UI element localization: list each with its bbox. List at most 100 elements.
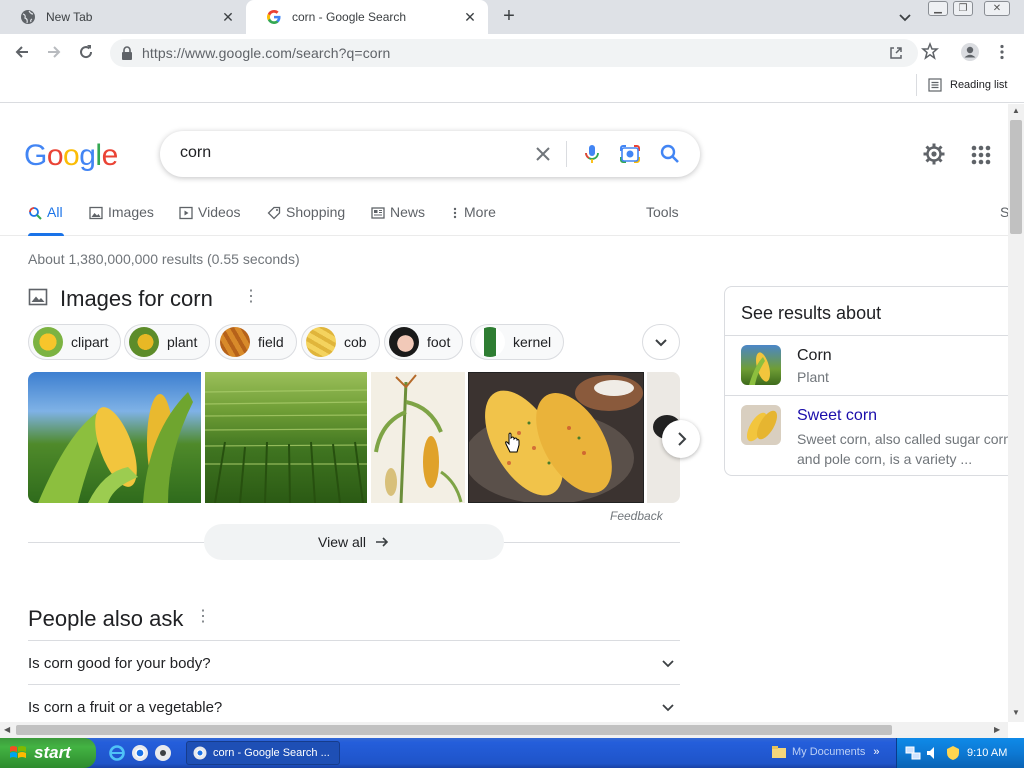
tab-videos[interactable]: Videos (179, 204, 241, 234)
tab-label: Shopping (286, 204, 346, 220)
tab-news[interactable]: News (371, 204, 425, 234)
search-icon[interactable] (658, 142, 682, 166)
image-result[interactable] (28, 372, 201, 503)
tab-title: New Tab (46, 10, 93, 24)
tag-icon (267, 206, 281, 220)
bookmark-star-icon[interactable] (920, 41, 940, 62)
result-sweet-corn-link[interactable]: Sweet corn (797, 407, 877, 425)
forward-arrow-icon[interactable] (44, 42, 64, 62)
minimize-window-button[interactable]: ▁ (928, 1, 948, 16)
address-bar[interactable]: https://www.google.com/search?q=corn (110, 39, 918, 67)
tab-shopping[interactable]: Shopping (267, 204, 345, 234)
tab-label: Videos (198, 204, 241, 220)
images-section-title: Images for corn (60, 286, 213, 311)
view-all-button[interactable]: View all (204, 524, 504, 560)
tools-button[interactable]: Tools (646, 204, 679, 234)
browser-menu-icon[interactable] (992, 42, 1012, 62)
tab-all[interactable]: All (28, 204, 63, 234)
volume-icon[interactable] (925, 745, 941, 764)
scroll-down-arrow-icon[interactable]: ▼ (1012, 708, 1020, 717)
vertical-scrollbar[interactable]: ▲ ▼ (1008, 104, 1024, 722)
sweet-corn-thumbnail[interactable] (741, 405, 781, 445)
corn-thumbnail[interactable] (741, 345, 781, 385)
horizontal-scrollbar[interactable]: ◀ ▶ (0, 722, 1008, 738)
chip-field[interactable]: field (215, 324, 297, 360)
folder-icon (772, 746, 786, 758)
next-images-button[interactable] (662, 420, 700, 458)
more-vertical-icon[interactable]: ⋮ (195, 609, 211, 626)
horizontal-scroll-thumb[interactable] (16, 725, 892, 735)
image-result[interactable] (371, 372, 465, 503)
paa-question[interactable]: Is corn a fruit or a vegetable? (28, 684, 680, 722)
camera-lens-icon[interactable] (618, 142, 642, 166)
share-icon[interactable] (888, 45, 904, 66)
windows-taskbar: start corn - Google Search ... My Docume… (0, 738, 1024, 768)
apps-grid-icon[interactable] (970, 144, 992, 166)
video-play-icon (179, 206, 193, 220)
my-documents-toolbar[interactable]: My Documents » (772, 746, 879, 758)
chip-kernel[interactable]: kernel (470, 324, 565, 360)
system-tray: 9:10 AM (896, 738, 1024, 768)
tab-images[interactable]: Images (89, 204, 154, 234)
chrome-icon[interactable] (131, 744, 149, 767)
network-icon[interactable] (905, 745, 921, 764)
more-vertical-icon[interactable]: ⋮ (243, 289, 259, 306)
search-input[interactable]: corn (180, 144, 211, 162)
clear-search-icon[interactable] (532, 143, 554, 165)
chip-clipart[interactable]: clipart (28, 324, 122, 360)
google-logo[interactable]: Google (24, 139, 118, 173)
image-result[interactable] (205, 372, 367, 503)
tab-more[interactable]: More (451, 204, 496, 234)
image-result[interactable] (468, 372, 644, 503)
result-sweet-corn-description: Sweet corn, also called sugar corn and p… (797, 431, 1008, 467)
back-arrow-icon[interactable] (12, 42, 32, 62)
microphone-icon[interactable] (580, 142, 604, 166)
paa-question[interactable]: Is corn good for your body? (28, 640, 680, 684)
lock-icon[interactable] (120, 45, 134, 61)
start-button[interactable]: start (0, 738, 96, 768)
chip-cob[interactable]: cob (301, 324, 380, 360)
url-text: https://www.google.com/search?q=corn (142, 45, 391, 61)
truncated-link[interactable]: S (1000, 204, 1008, 234)
tab-label: More (464, 204, 496, 220)
chip-foot[interactable]: foot (384, 324, 464, 360)
feedback-link[interactable]: Feedback (610, 509, 663, 523)
tab-google-search[interactable]: corn - Google Search ✕ (246, 0, 488, 34)
gear-icon[interactable] (922, 142, 946, 166)
image-icon (89, 206, 103, 220)
close-tab-icon[interactable]: ✕ (462, 9, 478, 25)
security-icon[interactable] (945, 745, 961, 764)
taskbar-item-chrome[interactable]: corn - Google Search ... (186, 741, 340, 765)
browser-toolbar: https://www.google.com/search?q=corn (0, 34, 1024, 70)
reading-list-button[interactable]: Reading list (916, 74, 1007, 96)
close-tab-icon[interactable]: ✕ (220, 9, 236, 25)
tab-new-tab[interactable]: New Tab ✕ (0, 0, 246, 34)
scroll-up-arrow-icon[interactable]: ▲ (1012, 106, 1020, 115)
new-tab-plus-icon[interactable]: + (498, 6, 520, 28)
bookmarks-bar: Reading list (0, 70, 1024, 103)
scroll-left-arrow-icon[interactable]: ◀ (4, 725, 10, 734)
start-label: start (34, 743, 71, 762)
profile-avatar-icon[interactable] (960, 42, 980, 62)
chevron-down-icon[interactable] (896, 8, 914, 26)
see-results-about-panel: See results about Corn Plant Sweet corn … (724, 286, 1008, 476)
divider (916, 74, 917, 96)
vertical-scroll-thumb[interactable] (1010, 120, 1022, 234)
result-stats: About 1,380,000,000 results (0.55 second… (28, 251, 300, 267)
restore-window-button[interactable]: ❐ (953, 1, 973, 16)
image-icon (28, 288, 48, 306)
media-player-icon[interactable] (154, 744, 172, 767)
close-window-button[interactable]: ✕ (984, 1, 1010, 16)
expand-chips-button[interactable] (642, 324, 680, 360)
people-also-ask-title: People also ask (28, 606, 184, 631)
result-corn-link[interactable]: Corn (797, 347, 832, 365)
search-icon (28, 206, 42, 220)
internet-explorer-icon[interactable] (108, 744, 126, 767)
google-favicon-icon (266, 9, 282, 25)
divider (566, 141, 567, 167)
page-content: Google corn All Images Videos Shopping N… (0, 104, 1008, 722)
scroll-right-arrow-icon[interactable]: ▶ (994, 725, 1000, 734)
reload-icon[interactable] (76, 42, 96, 62)
chip-plant[interactable]: plant (124, 324, 211, 360)
search-box[interactable]: corn (160, 131, 700, 177)
